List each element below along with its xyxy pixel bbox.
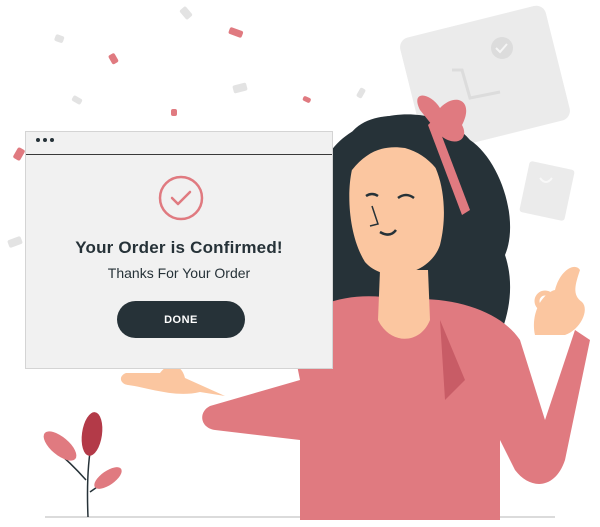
done-button[interactable]: DONE	[117, 301, 245, 338]
order-confirmation-dialog: Your Order is Confirmed! Thanks For Your…	[25, 131, 333, 369]
confirmation-subtitle: Thanks For Your Order	[107, 265, 251, 281]
shopping-bag-icon	[519, 161, 575, 221]
confirmation-title: Your Order is Confirmed!	[75, 238, 283, 257]
check-circle-icon	[158, 175, 204, 221]
window-dots-icon	[36, 138, 54, 142]
window-title-bar	[26, 132, 332, 155]
plant-decoration	[43, 412, 122, 518]
